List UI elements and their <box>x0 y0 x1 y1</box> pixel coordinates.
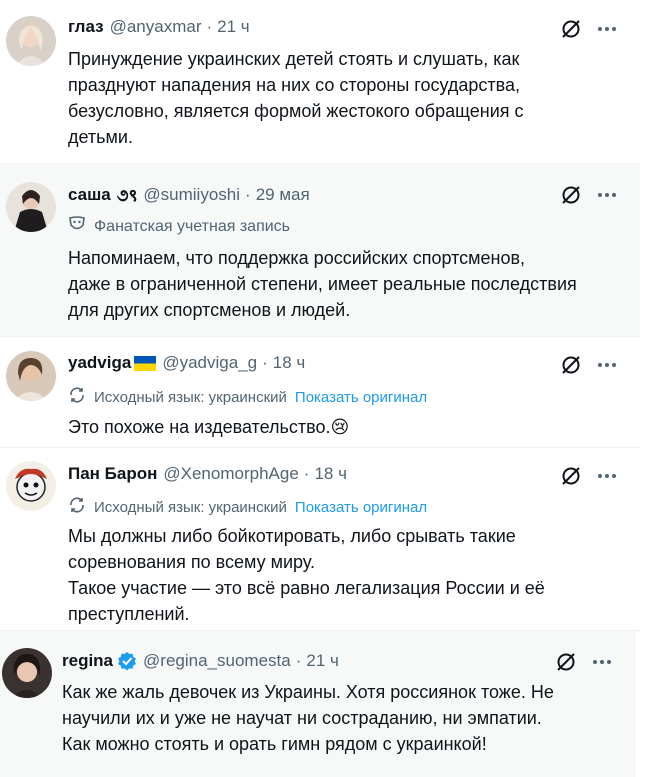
ukraine-flag-icon <box>134 355 157 371</box>
author-name[interactable]: regina <box>62 651 113 671</box>
more-icon[interactable] <box>596 18 618 45</box>
translate-icon <box>68 386 86 408</box>
author-handle[interactable]: @XenomorphAge <box>163 464 298 484</box>
grok-icon[interactable] <box>555 651 577 678</box>
author-handle[interactable]: @anyaxmar <box>110 17 202 37</box>
more-icon[interactable] <box>596 354 618 381</box>
avatar[interactable] <box>6 16 56 66</box>
post-text: Напоминаем, что поддержка российских спо… <box>68 248 577 320</box>
post-time[interactable]: 21 ч <box>217 17 250 37</box>
post-text: Это похоже на издевательство.😢 <box>68 417 350 437</box>
grok-icon[interactable] <box>560 184 582 211</box>
avatar[interactable] <box>6 351 56 401</box>
post-time[interactable]: 21 ч <box>306 651 339 671</box>
author-name[interactable]: глаз <box>68 17 104 37</box>
post-text: Мы должны либо бойкотировать, либо срыва… <box>68 526 545 624</box>
post-time[interactable]: 18 ч <box>273 353 306 373</box>
separator-dot: · <box>245 184 251 204</box>
post-regina-suomesta[interactable]: regina @regina_suomesta · 21 ч Как же жа… <box>0 631 636 777</box>
post-anyaxmar[interactable]: глаз @anyaxmar · 21 ч Принуждение украин… <box>0 0 640 163</box>
verified-badge-icon <box>117 651 137 671</box>
post-text: Как же жаль девочек из Украины. Хотя рос… <box>62 682 554 754</box>
translate-icon <box>68 496 86 518</box>
source-language-label: Исходный язык: украинский <box>94 498 287 516</box>
author-handle[interactable]: @yadviga_g <box>162 353 257 373</box>
avatar[interactable] <box>2 648 52 698</box>
author-handle[interactable]: @sumiiyoshi <box>143 185 240 205</box>
separator-dot: · <box>262 353 268 372</box>
author-name-symbol: ૭९ <box>116 186 138 205</box>
more-icon[interactable] <box>591 651 613 678</box>
author-name[interactable]: yadviga <box>68 353 131 373</box>
show-original-link[interactable]: Показать оригинал <box>295 499 427 516</box>
avatar[interactable] <box>6 182 56 232</box>
author-handle[interactable]: @regina_suomesta <box>143 651 291 671</box>
separator-dot: · <box>206 17 213 36</box>
author-name[interactable]: саша <box>68 185 111 205</box>
grok-icon[interactable] <box>560 18 582 45</box>
show-original-link[interactable]: Показать оригинал <box>295 389 427 406</box>
grok-icon[interactable] <box>560 465 582 492</box>
post-sumiiyoshi[interactable]: саша ૭९ @sumiiyoshi · 29 мая Фанатская у… <box>0 164 640 336</box>
mask-icon <box>68 215 86 238</box>
more-icon[interactable] <box>596 184 618 211</box>
post-xenomorphage[interactable]: Пан Барон @XenomorphAge · 18 ч Исходный … <box>0 448 640 630</box>
source-language-label: Исходный язык: украинский <box>94 388 287 406</box>
post-yadviga[interactable]: yadviga @yadviga_g · 18 ч Исходный язык:… <box>0 337 640 447</box>
post-time[interactable]: 29 мая <box>256 185 310 205</box>
post-text: Принуждение украинских детей стоять и сл… <box>68 49 524 147</box>
post-time[interactable]: 18 ч <box>314 464 347 484</box>
grok-icon[interactable] <box>560 354 582 381</box>
avatar[interactable] <box>6 461 56 511</box>
more-icon[interactable] <box>596 465 618 492</box>
separator-dot: · <box>303 464 310 483</box>
separator-dot: · <box>295 651 302 670</box>
author-name[interactable]: Пан Барон <box>68 464 157 484</box>
fan-account-label: Фанатская учетная запись <box>94 217 290 235</box>
